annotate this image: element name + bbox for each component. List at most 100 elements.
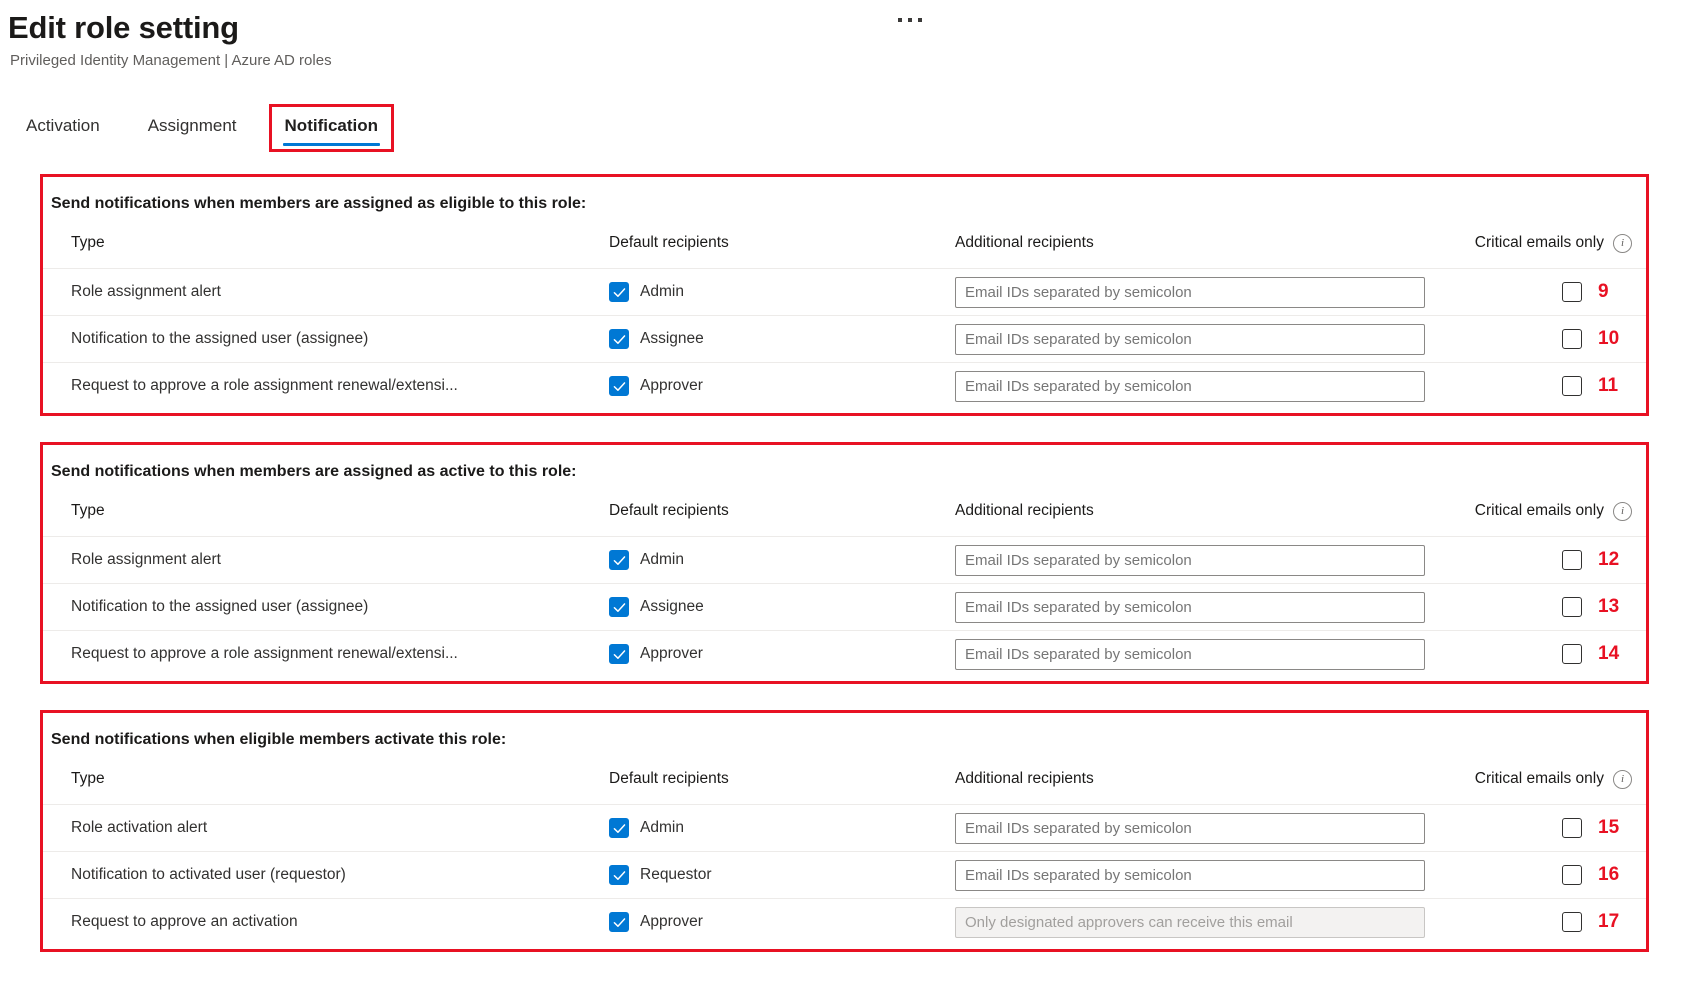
row-additional-recipients — [927, 584, 1470, 631]
notification-table: TypeDefault recipientsAdditional recipie… — [43, 218, 1646, 409]
row-critical-emails-only: 14 — [1470, 631, 1646, 678]
row-critical-emails-only: 13 — [1470, 584, 1646, 631]
row-critical-emails-only: 10 — [1470, 316, 1646, 363]
annotation-step-number: 10 — [1598, 329, 1624, 349]
tab-activation[interactable]: Activation — [14, 108, 112, 148]
default-recipient-label: Admin — [640, 817, 684, 839]
critical-emails-only-checkbox[interactable] — [1562, 376, 1582, 396]
row-type-label: Role assignment alert — [43, 537, 581, 584]
table-row: Request to approve an activationApprover… — [43, 899, 1646, 946]
annotation-step-number: 11 — [1598, 376, 1624, 396]
tab-assignment[interactable]: Assignment — [136, 108, 249, 148]
default-recipient-checkbox[interactable] — [609, 329, 629, 349]
table-header-row: TypeDefault recipientsAdditional recipie… — [43, 754, 1646, 805]
additional-recipients-input[interactable] — [955, 907, 1425, 938]
critical-emails-only-checkbox[interactable] — [1562, 865, 1582, 885]
tab-label: Assignment — [148, 116, 237, 135]
annotation-step-number: 14 — [1598, 644, 1624, 664]
default-recipient-checkbox[interactable] — [609, 912, 629, 932]
annotation-step-number: 15 — [1598, 818, 1624, 838]
critical-emails-only-checkbox[interactable] — [1562, 329, 1582, 349]
column-header-type: Type — [43, 218, 581, 269]
section-title: Send notifications when members are assi… — [43, 455, 1646, 486]
additional-recipients-input[interactable] — [955, 324, 1425, 355]
default-recipient-checkbox[interactable] — [609, 550, 629, 570]
default-recipient-checkbox[interactable] — [609, 597, 629, 617]
column-header-additional-recipients: Additional recipients — [927, 218, 1470, 269]
default-recipient-checkbox[interactable] — [609, 376, 629, 396]
ellipsis-dot — [898, 18, 902, 22]
critical-emails-only-label: Critical emails only — [1475, 768, 1604, 790]
default-recipient-label: Approver — [640, 643, 703, 665]
additional-recipients-input[interactable] — [955, 592, 1425, 623]
row-additional-recipients — [927, 899, 1470, 946]
row-default-recipient: Admin — [581, 805, 927, 852]
additional-recipients-input[interactable] — [955, 813, 1425, 844]
critical-emails-only-checkbox[interactable] — [1562, 818, 1582, 838]
row-default-recipient: Admin — [581, 537, 927, 584]
notification-table: TypeDefault recipientsAdditional recipie… — [43, 486, 1646, 677]
default-recipient-checkbox[interactable] — [609, 865, 629, 885]
additional-recipients-input[interactable] — [955, 277, 1425, 308]
tab-label: Activation — [26, 116, 100, 135]
ellipsis-dot — [908, 18, 912, 22]
row-default-recipient: Approver — [581, 363, 927, 410]
table-header-row: TypeDefault recipientsAdditional recipie… — [43, 486, 1646, 537]
critical-emails-only-checkbox[interactable] — [1562, 597, 1582, 617]
row-type-label: Role activation alert — [43, 805, 581, 852]
default-recipient-checkbox[interactable] — [609, 644, 629, 664]
column-header-default-recipients: Default recipients — [581, 486, 927, 537]
default-recipient-checkbox[interactable] — [609, 818, 629, 838]
row-additional-recipients — [927, 537, 1470, 584]
critical-emails-only-checkbox[interactable] — [1562, 550, 1582, 570]
column-header-type: Type — [43, 486, 581, 537]
row-default-recipient: Assignee — [581, 584, 927, 631]
ellipsis-dot — [918, 18, 922, 22]
additional-recipients-input[interactable] — [955, 371, 1425, 402]
info-icon[interactable]: i — [1613, 770, 1632, 789]
table-row: Role assignment alert Admin 9 — [43, 269, 1646, 316]
row-type-label: Request to approve an activation — [43, 899, 581, 946]
tab-notification[interactable]: Notification — [273, 108, 391, 148]
additional-recipients-input[interactable] — [955, 639, 1425, 670]
additional-recipients-input[interactable] — [955, 860, 1425, 891]
row-additional-recipients — [927, 363, 1470, 410]
table-header-row: TypeDefault recipientsAdditional recipie… — [43, 218, 1646, 269]
row-type-label: Notification to activated user (requesto… — [43, 852, 581, 899]
column-header-critical-emails-only: Critical emails only i — [1470, 218, 1646, 269]
tabstrip: Activation Assignment Notification — [0, 100, 1687, 148]
column-header-critical-emails-only: Critical emails only i — [1470, 486, 1646, 537]
more-options-ellipsis-icon[interactable] — [898, 18, 922, 22]
row-critical-emails-only: 9 — [1470, 269, 1646, 316]
info-icon[interactable]: i — [1613, 234, 1632, 253]
row-type-label: Notification to the assigned user (assig… — [43, 584, 581, 631]
default-recipient-checkbox[interactable] — [609, 282, 629, 302]
default-recipient-label: Requestor — [640, 864, 712, 886]
row-additional-recipients — [927, 316, 1470, 363]
critical-emails-only-label: Critical emails only — [1475, 500, 1604, 522]
row-default-recipient: Assignee — [581, 316, 927, 363]
info-icon[interactable]: i — [1613, 502, 1632, 521]
critical-emails-only-checkbox[interactable] — [1562, 644, 1582, 664]
notification-table: TypeDefault recipientsAdditional recipie… — [43, 754, 1646, 945]
column-header-default-recipients: Default recipients — [581, 754, 927, 805]
column-header-default-recipients: Default recipients — [581, 218, 927, 269]
critical-emails-only-checkbox[interactable] — [1562, 282, 1582, 302]
default-recipient-label: Admin — [640, 281, 684, 303]
annotation-step-number: 13 — [1598, 597, 1624, 617]
row-critical-emails-only: 16 — [1470, 852, 1646, 899]
notification-section: Send notifications when eligible members… — [40, 710, 1649, 952]
row-additional-recipients — [927, 631, 1470, 678]
default-recipient-label: Assignee — [640, 328, 704, 350]
annotation-step-number: 9 — [1598, 282, 1624, 302]
row-type-label: Role assignment alert — [43, 269, 581, 316]
row-critical-emails-only: 17 — [1470, 899, 1646, 946]
annotation-step-number: 12 — [1598, 550, 1624, 570]
row-additional-recipients — [927, 805, 1470, 852]
page-title: Edit role setting — [8, 8, 1687, 48]
row-default-recipient: Approver — [581, 899, 927, 946]
critical-emails-only-label: Critical emails only — [1475, 232, 1604, 254]
additional-recipients-input[interactable] — [955, 545, 1425, 576]
critical-emails-only-checkbox[interactable] — [1562, 912, 1582, 932]
row-default-recipient: Requestor — [581, 852, 927, 899]
